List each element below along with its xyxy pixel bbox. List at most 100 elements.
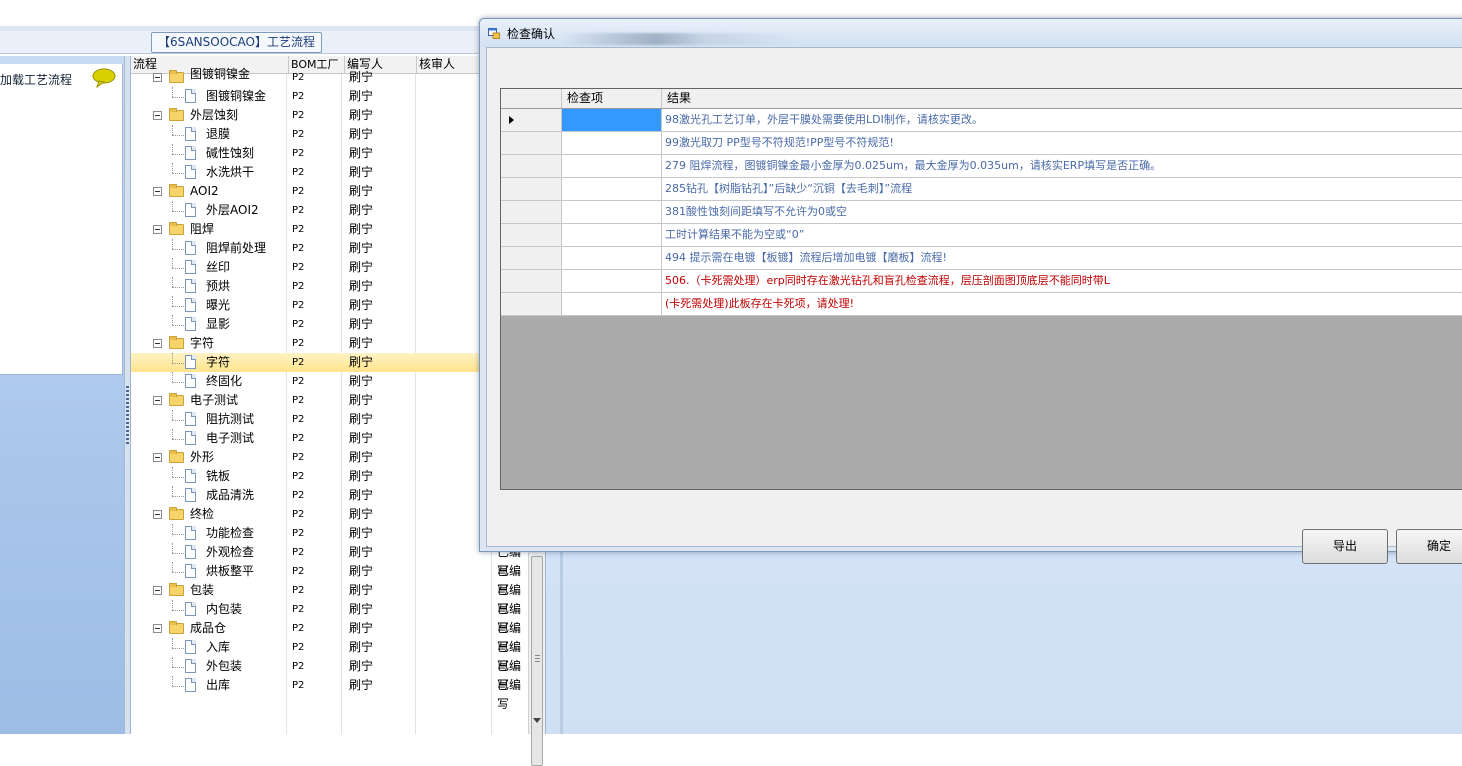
tree-node-group[interactable]: 外形 P2 刷宁 (131, 448, 531, 467)
collapse-toggle-icon[interactable] (153, 73, 162, 82)
tree-node-step[interactable]: 外包装 P2 刷宁 已编写 (131, 657, 531, 692)
tree-node-step[interactable]: 出库 P2 刷宁 已编写 (131, 676, 531, 711)
tree-node-step[interactable]: 曝光 P2 刷宁 (131, 296, 531, 315)
confirm-button[interactable]: 确定 (1396, 529, 1462, 564)
tree-node-label: 电子测试 (206, 431, 255, 445)
result-cell[interactable]: 494 提示需在电镀【板镀】流程后增加电镀【磨板】流程! (665, 247, 947, 269)
tree-node-step[interactable]: 功能检查 P2 刷宁 (131, 524, 531, 543)
row-header[interactable] (501, 132, 562, 154)
collapse-toggle-icon[interactable] (153, 586, 162, 595)
column-header-result[interactable]: 结果 (662, 89, 1462, 108)
tree-node-group[interactable]: 外层蚀刻 P2 刷宁 (131, 106, 531, 125)
check-item-cell[interactable] (562, 178, 662, 200)
tree-node-group[interactable]: 终检 P2 刷宁 (131, 505, 531, 524)
result-cell[interactable]: (卡死需处理)此板存在卡死项，请处理! (665, 293, 854, 315)
check-result-row[interactable]: 506.（卡死需处理）erp同时存在激光钻孔和盲孔检查流程，层压剖面图顶底层不能… (501, 270, 1462, 293)
check-result-row[interactable]: 工时计算结果不能为空或“0” (501, 224, 1462, 247)
row-header[interactable] (501, 155, 562, 177)
check-item-cell[interactable] (562, 293, 662, 315)
process-tree-grid[interactable]: 流程 BOM工厂 编写人 核审人 图镀铜镍金 P2 刷宁 图镀铜镍金 P2 刷宁 外层蚀刻 P… (130, 56, 531, 734)
document-icon (185, 412, 196, 426)
row-header[interactable] (501, 201, 562, 223)
collapse-toggle-icon[interactable] (153, 396, 162, 405)
check-result-row[interactable]: (卡死需处理)此板存在卡死项，请处理! (501, 293, 1462, 316)
tree-node-step[interactable]: 字符 P2 刷宁 (131, 353, 531, 372)
result-cell[interactable]: 工时计算结果不能为空或“0” (665, 224, 804, 246)
check-result-row[interactable]: 494 提示需在电镀【板镀】流程后增加电镀【磨板】流程! (501, 247, 1462, 270)
check-result-row[interactable]: 98激光孔工艺订单，外层干膜处需要使用LDI制作，请核实更改。 (501, 109, 1462, 132)
check-item-cell[interactable] (562, 155, 662, 177)
collapse-toggle-icon[interactable] (153, 187, 162, 196)
collapse-toggle-icon[interactable] (153, 339, 162, 348)
folder-icon (169, 450, 184, 463)
row-header[interactable] (501, 247, 562, 269)
tree-node-step[interactable]: 阻焊前处理 P2 刷宁 (131, 239, 531, 258)
check-result-row[interactable]: 279 阻焊流程，图镀铜镍金最小金厚为0.025um，最大金厚为0.035um，… (501, 155, 1462, 178)
scroll-down-arrow-icon[interactable] (533, 718, 541, 723)
check-results-grid[interactable]: 检查项 结果 98激光孔工艺订单，外层干膜处需要使用LDI制作，请核实更改。 99… (500, 88, 1462, 490)
tree-node-step[interactable]: 入库 P2 刷宁 已编写 (131, 638, 531, 673)
tree-node-group[interactable]: 成品仓 P2 刷宁 已编写 (131, 619, 531, 654)
row-header[interactable] (501, 293, 562, 315)
check-result-row[interactable]: 285钻孔【树脂钻孔】”后缺少“沉铜【去毛刺】”流程 (501, 178, 1462, 201)
check-item-cell[interactable] (562, 201, 662, 223)
check-item-cell[interactable] (562, 247, 662, 269)
result-cell[interactable]: 99激光取刀 PP型号不符规范!PP型号不符规范! (665, 132, 894, 154)
writer-cell: 刷宁 (349, 602, 374, 616)
tree-node-label: 铣板 (206, 469, 231, 483)
check-result-row[interactable]: 381酸性蚀刻间距填写不允许为0或空 (501, 201, 1462, 224)
tree-node-step[interactable]: 外层AOI2 P2 刷宁 (131, 201, 531, 220)
splitter-grip[interactable] (126, 386, 129, 446)
result-cell[interactable]: 98激光孔工艺订单，外层干膜处需要使用LDI制作，请核实更改。 (665, 109, 983, 131)
tree-node-group[interactable]: AOI2 P2 刷宁 (131, 182, 531, 201)
result-cell[interactable]: 285钻孔【树脂钻孔】”后缺少“沉铜【去毛刺】”流程 (665, 178, 912, 200)
row-header[interactable] (501, 224, 562, 246)
tree-node-step[interactable]: 水洗烘干 P2 刷宁 (131, 163, 531, 182)
export-button[interactable]: 导出 (1302, 529, 1388, 564)
tree-node-step[interactable]: 预烘 P2 刷宁 (131, 277, 531, 296)
collapse-toggle-icon[interactable] (153, 510, 162, 519)
tree-node-step[interactable]: 阻抗测试 P2 刷宁 (131, 410, 531, 429)
tree-node-step[interactable]: 碱性蚀刻 P2 刷宁 (131, 144, 531, 163)
tree-node-group[interactable]: 电子测试 P2 刷宁 (131, 391, 531, 410)
document-icon (185, 89, 196, 103)
tree-node-step[interactable]: 图镀铜镍金 P2 刷宁 (131, 87, 531, 106)
tree-node-step[interactable]: 显影 P2 刷宁 (131, 315, 531, 334)
collapse-toggle-icon[interactable] (153, 453, 162, 462)
tree-node-group[interactable]: 阻焊 P2 刷宁 (131, 220, 531, 239)
result-cell[interactable]: 279 阻焊流程，图镀铜镍金最小金厚为0.025um，最大金厚为0.035um，… (665, 155, 1161, 177)
bom-factory-cell: P2 (292, 148, 305, 159)
tree-node-label: 退膜 (206, 127, 231, 141)
result-cell[interactable]: 381酸性蚀刻间距填写不允许为0或空 (665, 201, 847, 223)
check-item-cell[interactable] (562, 132, 662, 154)
column-header-check-item[interactable]: 检查项 (562, 89, 662, 108)
scrollbar-thumb[interactable] (531, 556, 543, 766)
tree-node-group[interactable]: 图镀铜镍金 P2 刷宁 (131, 67, 531, 87)
check-result-row[interactable]: 99激光取刀 PP型号不符规范!PP型号不符规范! (501, 132, 1462, 155)
row-header[interactable] (501, 178, 562, 200)
tree-node-label: 预烘 (206, 279, 231, 293)
tree-node-step[interactable]: 外观检查 P2 刷宁 已编写 (131, 543, 531, 578)
result-cell[interactable]: 506.（卡死需处理）erp同时存在激光钻孔和盲孔检查流程，层压剖面图顶底层不能… (665, 270, 1110, 292)
tree-node-group[interactable]: 包装 P2 刷宁 已编写 (131, 581, 531, 616)
check-item-cell[interactable] (562, 224, 662, 246)
tree-node-step[interactable]: 铣板 P2 刷宁 (131, 467, 531, 486)
row-header[interactable] (501, 109, 562, 131)
tree-node-step[interactable]: 电子测试 P2 刷宁 (131, 429, 531, 448)
tree-node-step[interactable]: 终固化 P2 刷宁 (131, 372, 531, 391)
tree-node-step[interactable]: 内包装 P2 刷宁 已编写 (131, 600, 531, 635)
speech-bubble-icon[interactable] (92, 68, 116, 88)
tree-node-step[interactable]: 退膜 P2 刷宁 (131, 125, 531, 144)
tree-node-step[interactable]: 成品清洗 P2 刷宁 (131, 486, 531, 505)
collapse-toggle-icon[interactable] (153, 111, 162, 120)
tree-node-group[interactable]: 字符 P2 刷宁 (131, 334, 531, 353)
load-process-link[interactable]: 加载工艺流程 (0, 71, 72, 88)
collapse-toggle-icon[interactable] (153, 624, 162, 633)
collapse-toggle-icon[interactable] (153, 225, 162, 234)
row-header[interactable] (501, 270, 562, 292)
dialog-title-bar[interactable]: 检查确认 (480, 19, 1462, 47)
check-item-cell[interactable] (562, 109, 662, 131)
check-item-cell[interactable] (562, 270, 662, 292)
tree-node-step[interactable]: 丝印 P2 刷宁 (131, 258, 531, 277)
tree-node-step[interactable]: 烘板整平 P2 刷宁 已编写 (131, 562, 531, 597)
